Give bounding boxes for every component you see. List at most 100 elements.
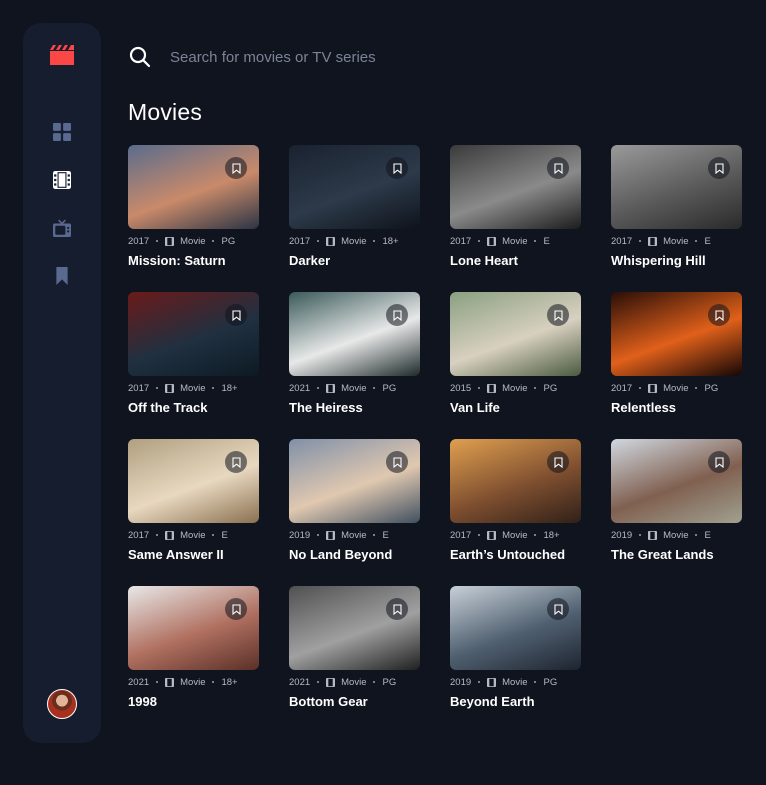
movie-thumbnail[interactable] bbox=[611, 145, 742, 229]
bookmark-empty-icon bbox=[231, 309, 241, 321]
film-category-icon bbox=[648, 236, 658, 246]
movie-title[interactable]: Darker bbox=[289, 253, 420, 268]
bookmark-empty-icon bbox=[231, 162, 241, 174]
film-clapper-icon[interactable] bbox=[50, 45, 74, 65]
search-input[interactable] bbox=[170, 48, 670, 66]
movie-thumbnail[interactable] bbox=[128, 439, 259, 523]
movie-card[interactable]: 2017 Movie E Whispering Hill bbox=[611, 145, 742, 269]
bookmark-button[interactable] bbox=[225, 157, 247, 179]
film-category-icon bbox=[326, 383, 336, 393]
movie-thumbnail[interactable] bbox=[450, 145, 581, 229]
search-bar bbox=[128, 42, 728, 72]
movie-thumbnail[interactable] bbox=[450, 439, 581, 523]
bookmark-button[interactable] bbox=[225, 451, 247, 473]
movie-year: 2017 bbox=[450, 235, 472, 247]
movie-title[interactable]: Earth’s Untouched bbox=[450, 547, 581, 562]
bookmark-button[interactable] bbox=[547, 598, 569, 620]
separator-dot bbox=[156, 681, 159, 683]
bookmark-button[interactable] bbox=[547, 451, 569, 473]
movie-meta: 2019 Movie PG bbox=[450, 676, 581, 688]
movie-thumbnail[interactable] bbox=[128, 145, 259, 229]
movie-card[interactable]: 2021 Movie 18+ 1998 bbox=[128, 586, 259, 710]
movie-title[interactable]: Same Answer II bbox=[128, 547, 259, 562]
bookmark-button[interactable] bbox=[225, 304, 247, 326]
separator-dot bbox=[695, 240, 698, 242]
movie-year: 2019 bbox=[289, 529, 311, 541]
movie-card[interactable]: 2017 Movie PG Mission: Saturn bbox=[128, 145, 259, 269]
film-icon[interactable] bbox=[53, 171, 71, 189]
movie-meta: 2017 Movie PG bbox=[611, 382, 742, 394]
movie-thumbnail[interactable] bbox=[128, 586, 259, 670]
movie-title[interactable]: The Great Lands bbox=[611, 547, 742, 562]
separator-dot bbox=[156, 240, 159, 242]
separator-dot bbox=[317, 387, 320, 389]
movie-title[interactable]: Bottom Gear bbox=[289, 694, 420, 709]
movie-thumbnail[interactable] bbox=[289, 586, 420, 670]
movie-title[interactable]: No Land Beyond bbox=[289, 547, 420, 562]
movie-title[interactable]: 1998 bbox=[128, 694, 259, 709]
bookmark-button[interactable] bbox=[225, 598, 247, 620]
separator-dot bbox=[639, 534, 642, 536]
movie-title[interactable]: Beyond Earth bbox=[450, 694, 581, 709]
bookmark-button[interactable] bbox=[708, 451, 730, 473]
movie-card[interactable]: 2017 Movie PG Relentless bbox=[611, 292, 742, 416]
movie-card[interactable]: 2017 Movie 18+ Darker bbox=[289, 145, 420, 269]
movie-rating: PG bbox=[543, 676, 558, 688]
bookmark-empty-icon bbox=[231, 603, 241, 615]
movie-title[interactable]: Mission: Saturn bbox=[128, 253, 259, 268]
movie-meta: 2021 Movie PG bbox=[289, 676, 420, 688]
movie-card[interactable]: 2019 Movie E The Great Lands bbox=[611, 439, 742, 563]
movie-card[interactable]: 2021 Movie PG Bottom Gear bbox=[289, 586, 420, 710]
movie-card[interactable]: 2017 Movie 18+ Off the Track bbox=[128, 292, 259, 416]
movie-thumbnail[interactable] bbox=[611, 292, 742, 376]
movie-card[interactable]: 2017 Movie 18+ Earth’s Untouched bbox=[450, 439, 581, 563]
movie-thumbnail[interactable] bbox=[289, 292, 420, 376]
bookmark-button[interactable] bbox=[386, 304, 408, 326]
movie-thumbnail[interactable] bbox=[450, 586, 581, 670]
movie-thumbnail[interactable] bbox=[128, 292, 259, 376]
movie-year: 2017 bbox=[128, 235, 150, 247]
movie-thumbnail[interactable] bbox=[289, 439, 420, 523]
movie-meta: 2017 Movie 18+ bbox=[450, 529, 581, 541]
movie-card[interactable]: 2015 Movie PG Van Life bbox=[450, 292, 581, 416]
separator-dot bbox=[478, 681, 481, 683]
bookmark-button[interactable] bbox=[547, 304, 569, 326]
tv-icon[interactable] bbox=[53, 219, 71, 237]
avatar[interactable] bbox=[47, 689, 77, 719]
bookmark-button[interactable] bbox=[708, 304, 730, 326]
movie-card[interactable]: 2017 Movie E Lone Heart bbox=[450, 145, 581, 269]
movie-card[interactable]: 2019 Movie E No Land Beyond bbox=[289, 439, 420, 563]
movie-thumbnail[interactable] bbox=[289, 145, 420, 229]
movie-year: 2017 bbox=[128, 382, 150, 394]
movie-title[interactable]: Van Life bbox=[450, 400, 581, 415]
separator-dot bbox=[212, 681, 215, 683]
separator-dot bbox=[695, 534, 698, 536]
movie-meta: 2017 Movie 18+ bbox=[289, 235, 420, 247]
movie-rating: PG bbox=[382, 676, 397, 688]
movie-title[interactable]: Off the Track bbox=[128, 400, 259, 415]
separator-dot bbox=[212, 387, 215, 389]
movie-thumbnail[interactable] bbox=[450, 292, 581, 376]
movie-title[interactable]: Whispering Hill bbox=[611, 253, 742, 268]
movie-card[interactable]: 2017 Movie E Same Answer II bbox=[128, 439, 259, 563]
search-icon[interactable] bbox=[128, 45, 152, 69]
movie-thumbnail[interactable] bbox=[611, 439, 742, 523]
separator-dot bbox=[478, 240, 481, 242]
movie-title[interactable]: Lone Heart bbox=[450, 253, 581, 268]
movie-card[interactable]: 2019 Movie PG Beyond Earth bbox=[450, 586, 581, 710]
movie-title[interactable]: The Heiress bbox=[289, 400, 420, 415]
bookmark-button[interactable] bbox=[708, 157, 730, 179]
movie-card[interactable]: 2021 Movie PG The Heiress bbox=[289, 292, 420, 416]
bookmark-button[interactable] bbox=[386, 598, 408, 620]
grid-icon[interactable] bbox=[53, 123, 71, 141]
movie-year: 2017 bbox=[611, 235, 633, 247]
bookmark-button[interactable] bbox=[547, 157, 569, 179]
bookmark-icon[interactable] bbox=[53, 267, 71, 285]
separator-dot bbox=[534, 534, 537, 536]
movie-meta: 2019 Movie E bbox=[611, 529, 742, 541]
bookmark-button[interactable] bbox=[386, 157, 408, 179]
bookmark-button[interactable] bbox=[386, 451, 408, 473]
movie-year: 2021 bbox=[289, 382, 311, 394]
movie-title[interactable]: Relentless bbox=[611, 400, 742, 415]
bookmark-empty-icon bbox=[392, 309, 402, 321]
